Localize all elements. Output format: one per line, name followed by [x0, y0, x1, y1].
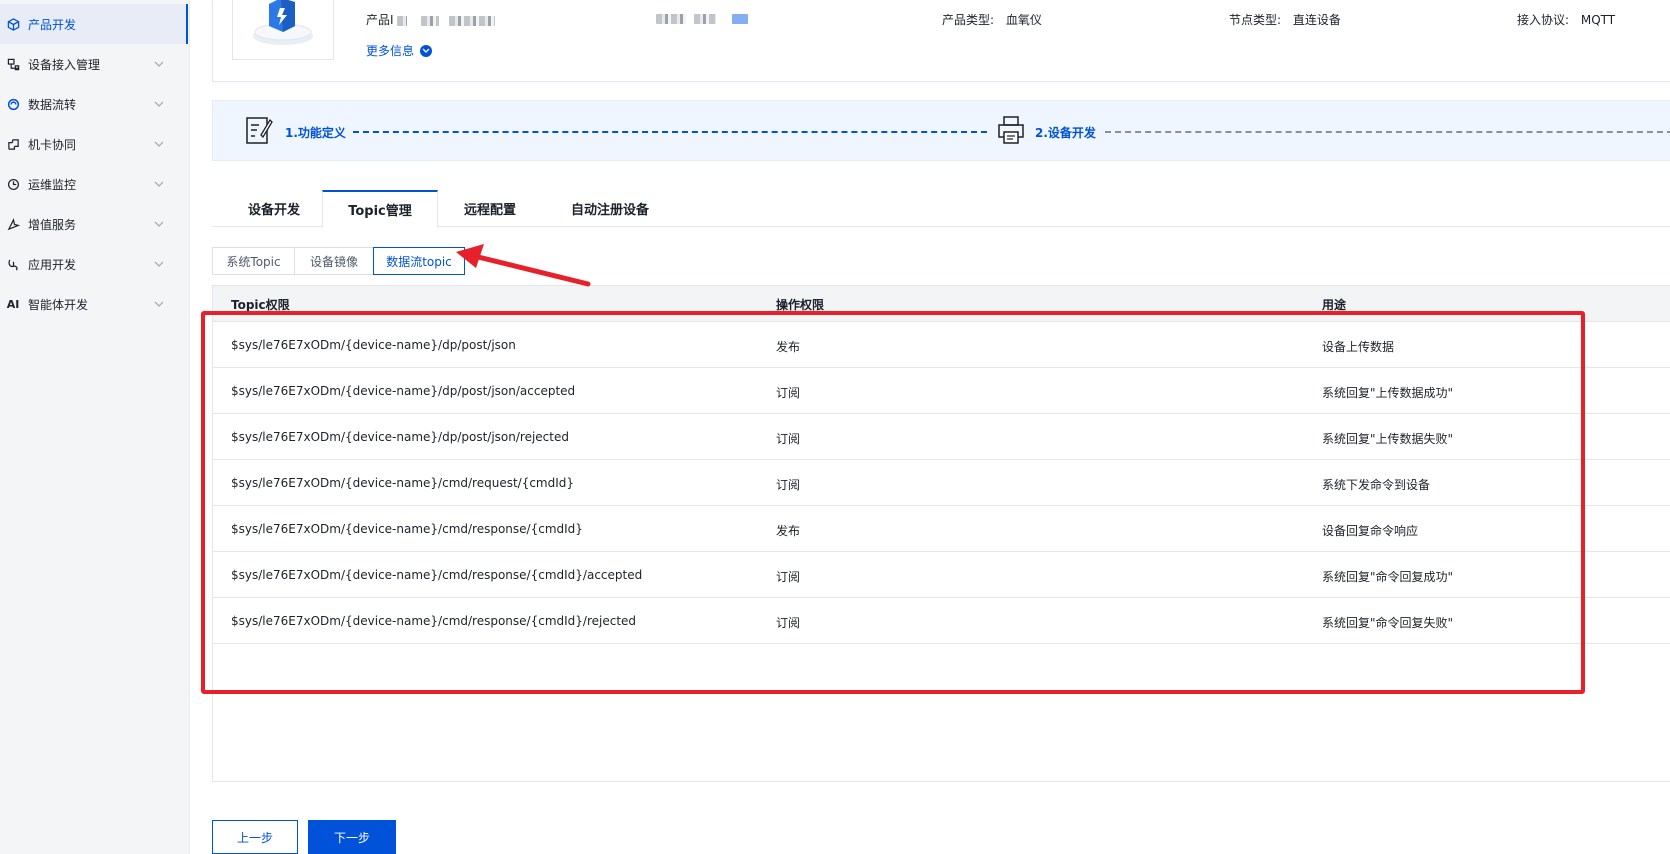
- topic-cell: $sys/le76E7xODm/{device-name}/dp/post/js…: [231, 384, 576, 398]
- col-header-usage: 用途: [1322, 298, 1347, 312]
- sidebar-item-label: 数据流转: [28, 97, 77, 112]
- sidebar-item-label: 机卡协同: [28, 137, 77, 152]
- product-type-value: 血氧仪: [1005, 13, 1042, 27]
- step-2-label: 2.设备开发: [1035, 126, 1096, 140]
- device-dev-icon: [997, 115, 1025, 149]
- chevron-down-icon: [154, 221, 166, 227]
- sidebar-item-sim-link[interactable]: 机卡协同: [0, 124, 188, 164]
- product-type-field: 产品类型: 血氧仪: [942, 13, 1042, 27]
- usage-cell: 系统回复"命令回复失败": [1322, 616, 1454, 630]
- permission-cell: 订阅: [776, 432, 801, 446]
- permission-cell: 订阅: [776, 478, 801, 492]
- step-connector: [353, 131, 987, 133]
- tab-topic-management[interactable]: Topic管理: [322, 190, 438, 228]
- chevron-down-icon: [154, 301, 166, 307]
- node-type-field: 节点类型: 直连设备: [1229, 13, 1341, 27]
- sidebar-item-label: 设备接入管理: [28, 57, 101, 72]
- sidebar-item-monitor[interactable]: 运维监控: [0, 164, 188, 204]
- topic-cell: $sys/le76E7xODm/{device-name}/cmd/respon…: [231, 522, 583, 536]
- permission-cell: 订阅: [776, 386, 801, 400]
- sidebar-item-label: 增值服务: [28, 217, 77, 232]
- topic-table: Topic权限 操作权限 用途 $sys/le76E7xODm/{device-…: [212, 285, 1670, 782]
- more-info-link[interactable]: 更多信息: [366, 42, 433, 59]
- subtab-system-topic[interactable]: 系统Topic: [212, 247, 295, 275]
- sidebar-item-label: 应用开发: [28, 257, 77, 272]
- redacted-value: [449, 15, 496, 26]
- col-header-topic: Topic权限: [231, 298, 290, 312]
- topic-cell: $sys/le76E7xODm/{device-name}/dp/post/js…: [231, 338, 516, 352]
- usage-cell: 系统回复"命令回复成功": [1322, 570, 1454, 584]
- sidebar-item-label: 运维监控: [28, 177, 77, 192]
- subtab-device-shadow[interactable]: 设备镜像: [294, 247, 374, 275]
- node-type-value: 直连设备: [1292, 13, 1341, 27]
- usage-cell: 设备回复命令响应: [1322, 524, 1419, 538]
- tab-device-dev[interactable]: 设备开发: [226, 190, 322, 227]
- tab-remote-config[interactable]: 远程配置: [438, 190, 542, 227]
- app-dev-icon: [6, 257, 20, 271]
- permission-cell: 订阅: [776, 616, 801, 630]
- tab-bar: 设备开发 Topic管理 远程配置 自动注册设备: [212, 190, 1670, 228]
- protocol-field: 接入协议: MQTT: [1517, 13, 1616, 27]
- sidebar-item-product-dev[interactable]: 产品开发: [0, 4, 188, 44]
- sim-link-icon: [6, 137, 20, 151]
- chevron-down-circle-icon: [420, 44, 433, 57]
- table-row: $sys/le76E7xODm/{device-name}/cmd/respon…: [213, 552, 1670, 598]
- chevron-down-icon: [154, 61, 166, 67]
- sidebar-item-app-dev[interactable]: 应用开发: [0, 244, 188, 284]
- col-header-permission: 操作权限: [776, 298, 825, 312]
- chevron-down-icon: [154, 101, 166, 107]
- sidebar-item-ai-dev[interactable]: AI 智能体开发: [0, 284, 188, 324]
- step-progress: 1.功能定义 2.设备开发: [212, 100, 1670, 161]
- sidebar-item-device-access[interactable]: 设备接入管理: [0, 44, 188, 84]
- permission-cell: 订阅: [776, 570, 801, 584]
- product-id-field: 产品I: [366, 11, 496, 28]
- monitor-icon: [6, 177, 20, 191]
- redacted-value: [397, 15, 408, 26]
- permission-cell: 发布: [776, 524, 801, 538]
- step-connector: [1105, 131, 1670, 133]
- subtab-data-stream-topic[interactable]: 数据流topic: [373, 247, 465, 275]
- chevron-down-icon: [154, 141, 166, 147]
- usage-cell: 系统回复"上传数据成功": [1322, 386, 1454, 400]
- table-row: $sys/le76E7xODm/{device-name}/cmd/respon…: [213, 598, 1670, 644]
- sidebar-item-label: 产品开发: [28, 17, 77, 32]
- ai-icon: AI: [6, 297, 20, 311]
- device-access-icon: [6, 57, 20, 71]
- redacted-value: [693, 13, 716, 24]
- sidebar-item-data-flow[interactable]: 数据流转: [0, 84, 188, 124]
- sidebar: 产品开发 设备接入管理 数据流转 机卡协同 运维监控 增值服务 应用开发 AI …: [0, 0, 190, 854]
- topic-cell: $sys/le76E7xODm/{device-name}/cmd/respon…: [231, 614, 637, 628]
- table-row: $sys/le76E7xODm/{device-name}/cmd/reques…: [213, 460, 1670, 506]
- table-header: Topic权限 操作权限 用途: [213, 286, 1670, 322]
- redacted-value: [421, 15, 440, 26]
- topic-cell: $sys/le76E7xODm/{device-name}/cmd/respon…: [231, 568, 643, 582]
- chevron-down-icon: [154, 261, 166, 267]
- sidebar-item-value-added[interactable]: 增值服务: [0, 204, 188, 244]
- topic-cell: $sys/le76E7xODm/{device-name}/dp/post/js…: [231, 430, 569, 444]
- data-flow-icon: [6, 97, 20, 111]
- redacted-value: [731, 13, 748, 24]
- redacted-field: [656, 11, 748, 25]
- sidebar-item-label: 智能体开发: [28, 297, 89, 312]
- usage-cell: 系统下发命令到设备: [1322, 478, 1431, 492]
- tab-auto-register[interactable]: 自动注册设备: [550, 190, 670, 227]
- protocol-value: MQTT: [1580, 13, 1616, 27]
- usage-cell: 设备上传数据: [1322, 340, 1395, 354]
- value-added-icon: [6, 217, 20, 231]
- redacted-value: [656, 13, 686, 24]
- product-image: [232, 0, 334, 60]
- table-row: $sys/le76E7xODm/{device-name}/dp/post/js…: [213, 414, 1670, 460]
- usage-cell: 系统回复"上传数据失败": [1322, 432, 1454, 446]
- next-step-button[interactable]: 下一步: [308, 820, 396, 854]
- topic-cell: $sys/le76E7xODm/{device-name}/cmd/reques…: [231, 476, 575, 490]
- step-1-label: 1.功能定义: [285, 126, 346, 140]
- permission-cell: 发布: [776, 340, 801, 354]
- table-row: $sys/le76E7xODm/{device-name}/dp/post/js…: [213, 322, 1670, 368]
- table-row: $sys/le76E7xODm/{device-name}/cmd/respon…: [213, 506, 1670, 552]
- table-row: $sys/le76E7xODm/{device-name}/dp/post/js…: [213, 368, 1670, 414]
- prev-step-button[interactable]: 上一步: [212, 820, 298, 854]
- cube-icon: [6, 17, 20, 31]
- function-define-icon: [245, 115, 273, 149]
- chevron-down-icon: [154, 181, 166, 187]
